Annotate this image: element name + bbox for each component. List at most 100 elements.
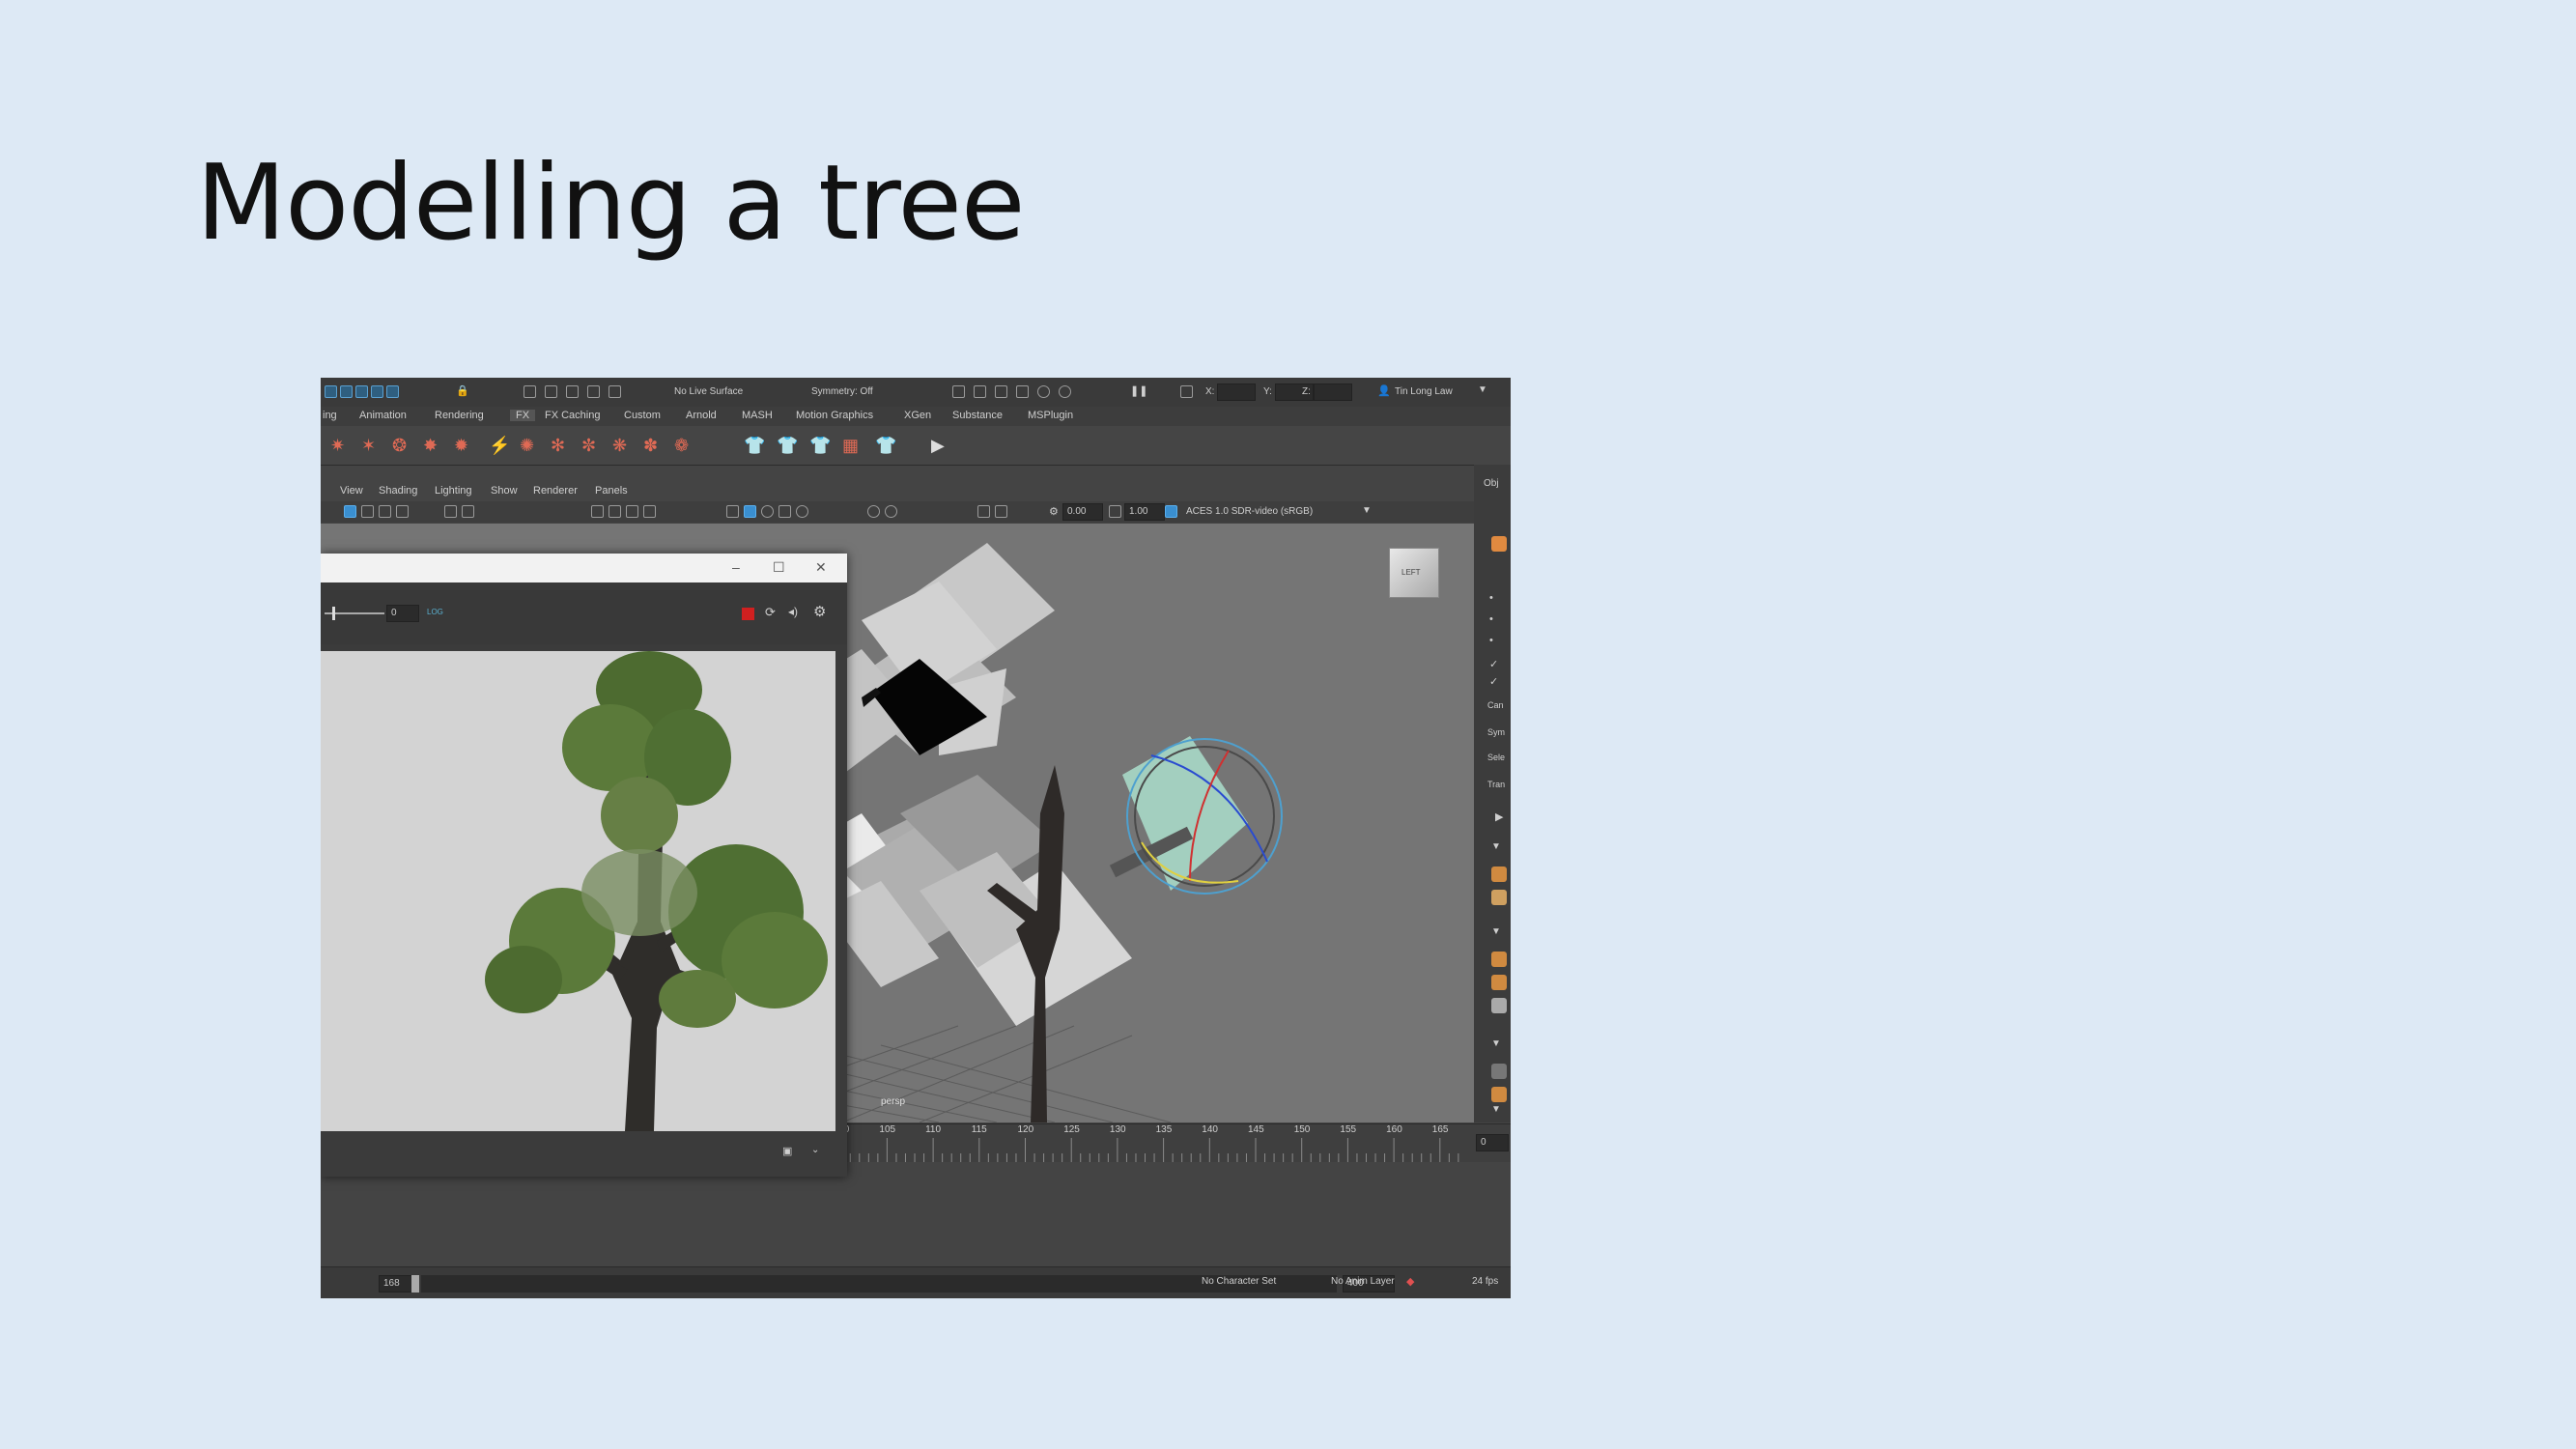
- select-mode-icon[interactable]: [325, 385, 337, 398]
- menu-show[interactable]: Show: [491, 485, 518, 497]
- render-settings-icon[interactable]: [1016, 385, 1029, 398]
- exposure-field[interactable]: 0.00: [1062, 503, 1103, 521]
- checkmark-icon[interactable]: ✓: [1489, 658, 1498, 670]
- anim-layer-dropdown[interactable]: No Anim Layer: [1331, 1276, 1395, 1287]
- menu-shading[interactable]: Shading: [379, 485, 417, 497]
- shelf-tab-arnold[interactable]: Arnold: [686, 410, 717, 421]
- shelf-tab-mash[interactable]: MASH: [742, 410, 773, 421]
- image-plane-icon[interactable]: [396, 505, 409, 518]
- render-current-icon[interactable]: [974, 385, 986, 398]
- z-field[interactable]: [1314, 384, 1352, 401]
- snap-curve-icon[interactable]: [545, 385, 557, 398]
- fx-field-icon[interactable]: ⚡: [489, 436, 510, 456]
- render-view-icon[interactable]: [952, 385, 965, 398]
- log-icon[interactable]: LOG: [427, 608, 443, 616]
- chevron-down-icon[interactable]: ▼: [1491, 1104, 1501, 1115]
- snap-view-icon[interactable]: [587, 385, 600, 398]
- hypershade-icon[interactable]: [1037, 385, 1050, 398]
- chevron-down-icon[interactable]: ▼: [1491, 841, 1501, 852]
- dot-icon[interactable]: •: [1489, 592, 1493, 604]
- isolate-select-icon[interactable]: [977, 505, 990, 518]
- user-name-dropdown[interactable]: Tin Long Law: [1395, 386, 1453, 397]
- grid-icon[interactable]: [591, 505, 604, 518]
- fps-field[interactable]: 24 fps: [1472, 1276, 1498, 1287]
- settings-gear-icon[interactable]: ⚙: [813, 603, 826, 620]
- shirt-white-icon[interactable]: 👕: [875, 436, 896, 456]
- fx-ncloth-icon[interactable]: ✸: [423, 436, 438, 456]
- menu-panels[interactable]: Panels: [595, 485, 628, 497]
- chevron-down-icon[interactable]: ▼: [1491, 926, 1501, 937]
- fx-fluid-icon[interactable]: ❂: [392, 436, 407, 456]
- fx-particles-icon[interactable]: ✷: [330, 436, 345, 456]
- ambient-occlusion-icon[interactable]: [885, 505, 897, 518]
- play-icon[interactable]: ▶: [931, 436, 945, 456]
- vertex-mode-icon[interactable]: [340, 385, 353, 398]
- resolution-gate-icon[interactable]: [626, 505, 638, 518]
- frame-field[interactable]: 0: [386, 605, 419, 622]
- shelf-tab-motion-graphics[interactable]: Motion Graphics: [796, 410, 873, 421]
- anim-layer-icon[interactable]: [1491, 952, 1507, 967]
- fx-constraint-icon[interactable]: ✽: [643, 436, 658, 456]
- view-cube[interactable]: LEFT: [1389, 548, 1439, 598]
- face-mode-icon[interactable]: [371, 385, 383, 398]
- fx-bifrost-icon[interactable]: ✺: [520, 436, 534, 456]
- snapshot-icon[interactable]: ▣: [782, 1145, 792, 1157]
- ipr-render-icon[interactable]: [995, 385, 1007, 398]
- pencil-icon[interactable]: [1491, 1064, 1507, 1079]
- live-surface-field[interactable]: No Live Surface: [674, 386, 743, 397]
- shelf-tab-ing[interactable]: ing: [323, 410, 337, 421]
- shelf-tab-custom[interactable]: Custom: [624, 410, 661, 421]
- arnold-render-icon[interactable]: [1059, 385, 1071, 398]
- default-material-icon[interactable]: [761, 505, 774, 518]
- lock-icon[interactable]: 🔒: [456, 384, 469, 397]
- fx-collide-icon[interactable]: ❋: [612, 436, 627, 456]
- select-camera-icon[interactable]: [344, 505, 356, 518]
- lights-icon[interactable]: [796, 505, 808, 518]
- chevron-down-icon[interactable]: ▼: [1362, 505, 1372, 516]
- anim-layer-icon[interactable]: [1491, 975, 1507, 990]
- stop-render-icon[interactable]: [742, 608, 754, 620]
- refresh-icon[interactable]: ⟳: [765, 605, 776, 620]
- audio-icon[interactable]: ◂): [788, 605, 798, 618]
- snap-surface-icon[interactable]: [609, 385, 621, 398]
- shirt-icon[interactable]: 👕: [777, 436, 798, 456]
- fx-deformer-icon[interactable]: ✻: [551, 436, 565, 456]
- shadows-icon[interactable]: [867, 505, 880, 518]
- fx-cache-icon[interactable]: ❁: [674, 436, 689, 456]
- uv-mode-icon[interactable]: [386, 385, 399, 398]
- shirt-remove-icon[interactable]: 👕: [809, 436, 831, 456]
- chevron-right-icon[interactable]: ▶: [1495, 810, 1503, 823]
- 2d-pan-icon[interactable]: [462, 505, 474, 518]
- checkmark-icon[interactable]: ✓: [1489, 675, 1498, 688]
- textured-icon[interactable]: [778, 505, 791, 518]
- maximize-button[interactable]: ☐: [773, 559, 785, 576]
- bookmark-icon[interactable]: [379, 505, 391, 518]
- shirt-add-icon[interactable]: 👕: [744, 436, 765, 456]
- shelf-tab-animation[interactable]: Animation: [359, 410, 407, 421]
- shelf-tab-substance[interactable]: Substance: [952, 410, 1003, 421]
- exposure-slider-handle[interactable]: [332, 607, 335, 620]
- pause-icon[interactable]: ❚❚: [1130, 384, 1147, 397]
- symmetry-dropdown[interactable]: Symmetry: Off: [811, 386, 873, 397]
- menu-lighting[interactable]: Lighting: [435, 485, 472, 497]
- gate-mask-icon[interactable]: [643, 505, 656, 518]
- fx-emitter-icon[interactable]: ✶: [361, 436, 376, 456]
- fx-nhair-icon[interactable]: ✹: [454, 436, 468, 456]
- shelf-tab-xgen[interactable]: XGen: [904, 410, 931, 421]
- chevron-down-icon[interactable]: ⌄: [811, 1145, 819, 1155]
- dot-icon[interactable]: •: [1489, 635, 1493, 646]
- color-management-icon[interactable]: [1165, 505, 1177, 518]
- snap-grid-icon[interactable]: [524, 385, 536, 398]
- shelf-tab-rendering[interactable]: Rendering: [435, 410, 484, 421]
- shelf-tab-fx[interactable]: FX: [510, 410, 536, 421]
- layer-icon[interactable]: [1491, 890, 1507, 905]
- wireframe-icon[interactable]: [726, 505, 739, 518]
- camera-attr-icon[interactable]: [361, 505, 374, 518]
- fx-effect-icon[interactable]: ✼: [581, 436, 596, 456]
- current-frame-field[interactable]: 0: [1476, 1134, 1509, 1151]
- shelf-tab-fx-caching[interactable]: FX Caching: [545, 410, 600, 421]
- snap-point-icon[interactable]: [566, 385, 579, 398]
- menu-view[interactable]: View: [340, 485, 363, 497]
- dot-icon[interactable]: •: [1489, 613, 1493, 625]
- shirt-grid-icon[interactable]: ▦: [842, 436, 859, 456]
